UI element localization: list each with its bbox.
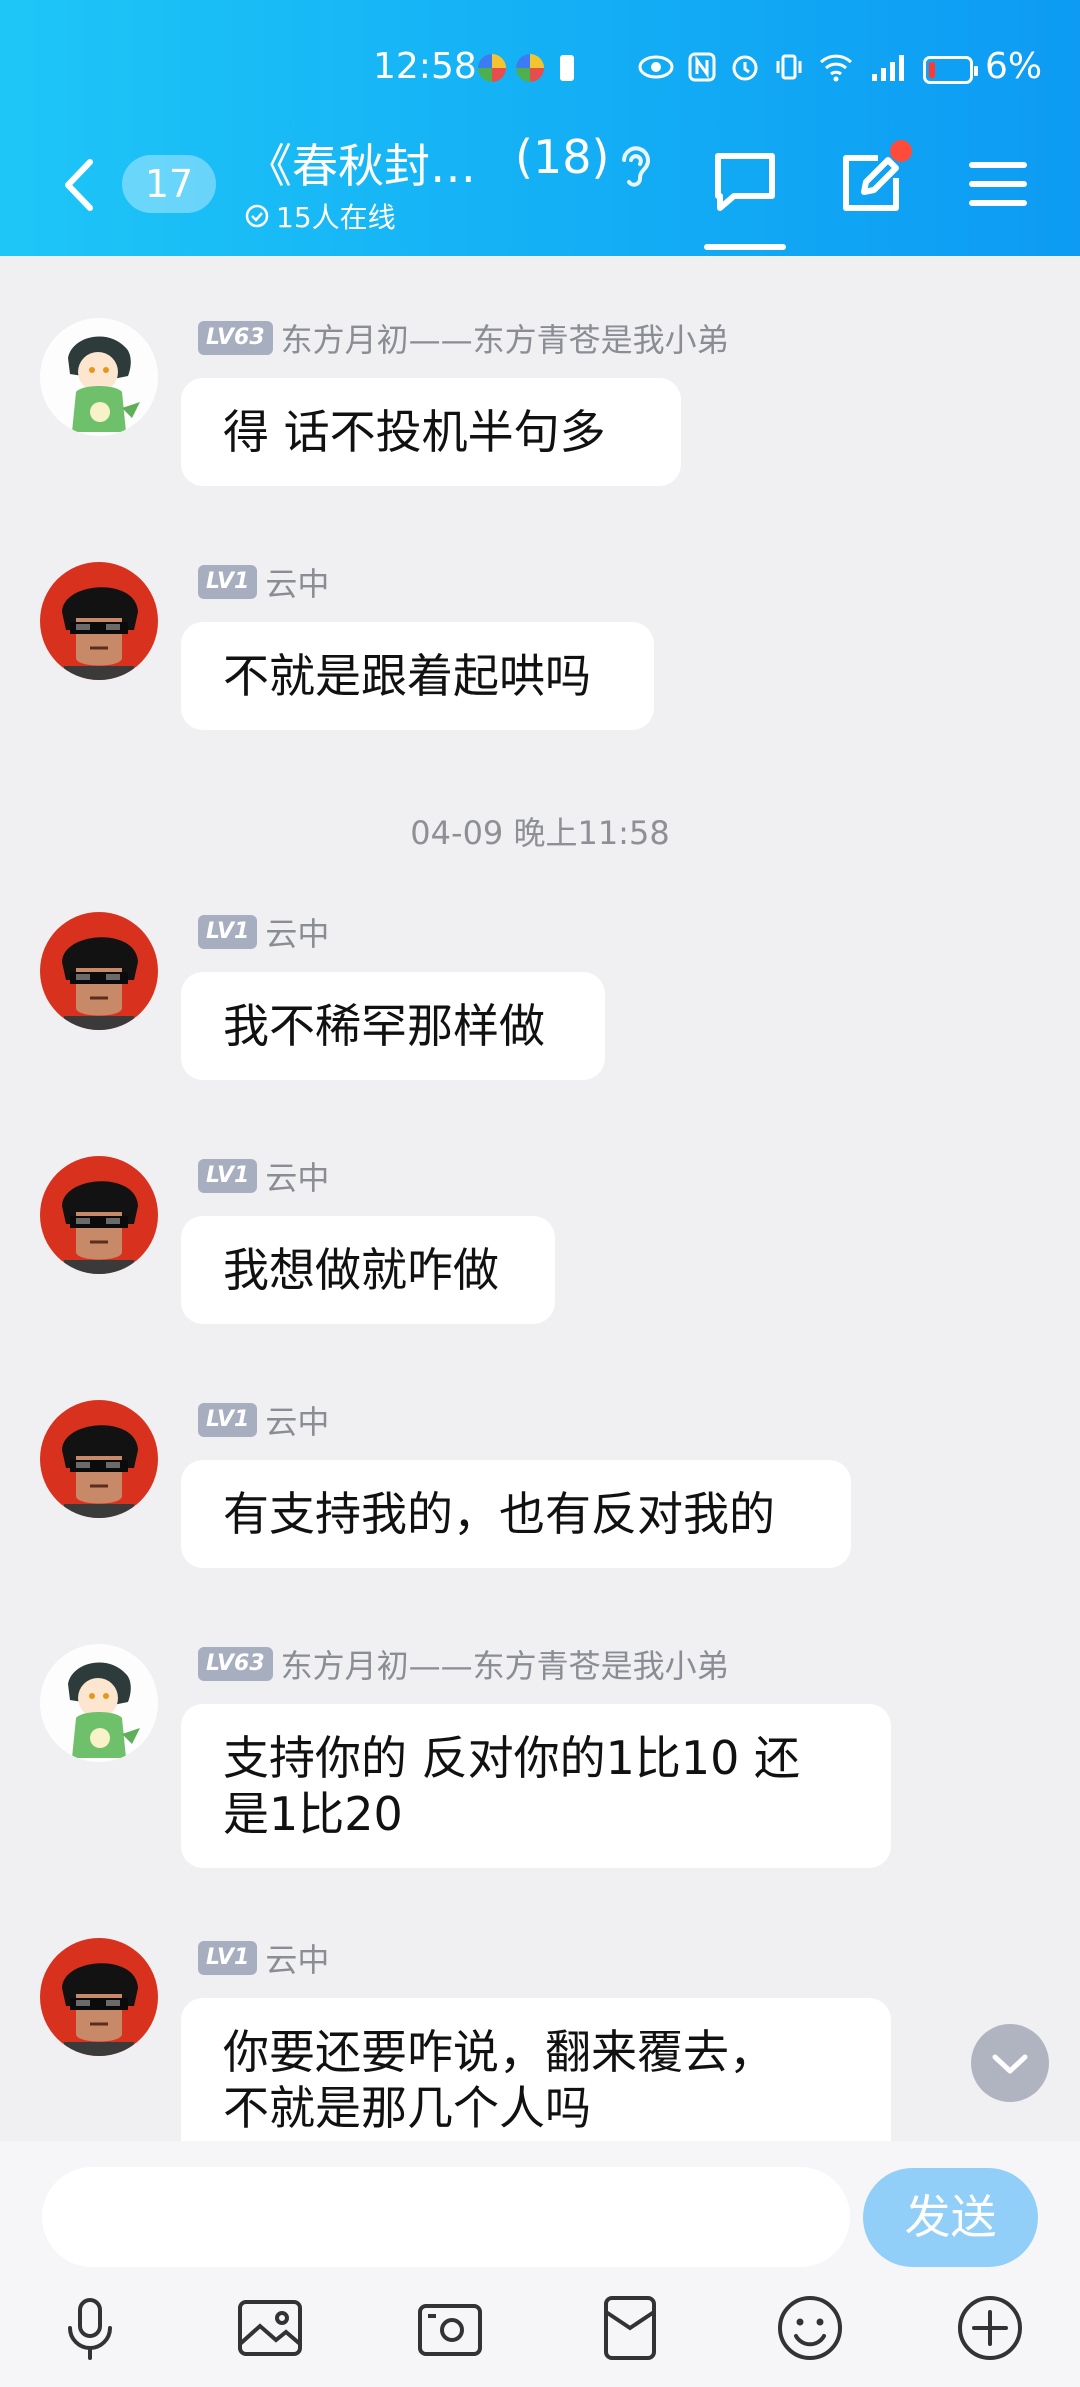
sender-name[interactable]: 云中 (265, 1397, 329, 1443)
avatar[interactable] (40, 912, 158, 1030)
sender-name[interactable]: 云中 (265, 1153, 329, 1199)
image-icon[interactable] (234, 2292, 306, 2364)
unread-count-badge[interactable]: 17 (122, 155, 216, 213)
ear-icon[interactable] (616, 140, 656, 190)
avatar[interactable] (40, 1644, 158, 1762)
level-badge: LV1 (198, 1159, 258, 1193)
level-badge: LV1 (198, 565, 258, 599)
message-bubble[interactable]: 我想做就咋做 (181, 1216, 555, 1324)
sender-meta: LV1 云中 (198, 559, 329, 605)
avatar[interactable] (40, 1938, 158, 2056)
message-line: 不就是那几个人吗 (223, 2081, 591, 2135)
sender-meta: LV63 东方月初——东方青苍是我小弟 (198, 315, 729, 361)
sender-name[interactable]: 东方月初——东方青苍是我小弟 (281, 1641, 729, 1687)
battery-saver-icon (560, 55, 574, 81)
message-bubble[interactable]: 不就是跟着起哄吗 (181, 622, 654, 730)
status-time: 12:58 (373, 46, 477, 87)
sender-name[interactable]: 东方月初——东方青苍是我小弟 (281, 315, 729, 361)
composer-bar: 发送 (0, 2141, 1080, 2387)
level-badge: LV63 (198, 1647, 273, 1681)
message-bubble[interactable]: 得 话不投机半句多 (181, 378, 681, 486)
battery-icon (923, 56, 978, 84)
time-separator: 04-09 晚上11:58 (410, 814, 670, 852)
notification-dot (890, 140, 912, 162)
emoji-icon[interactable] (774, 2292, 846, 2364)
sender-meta: LV1 云中 (198, 1153, 329, 1199)
message-line: 支持你的 反对你的1比10 还 (223, 1731, 801, 1785)
message-bubble[interactable]: 你要还要咋说，翻来覆去， 不就是那几个人吗 (181, 1998, 891, 2162)
app-notification-icon (516, 54, 544, 82)
level-badge: LV63 (198, 321, 273, 355)
level-badge: LV1 (198, 1941, 258, 1975)
check-circle-icon (245, 204, 269, 228)
online-count-text: 15人在线 (276, 201, 396, 234)
message-line: 你要还要咋说，翻来覆去， (223, 2025, 775, 2079)
message-bubble[interactable]: 支持你的 反对你的1比10 还 是1比20 (181, 1704, 891, 1868)
system-status-icons (638, 52, 912, 82)
scroll-to-bottom-button[interactable] (971, 2024, 1049, 2102)
sender-name[interactable]: 云中 (265, 559, 329, 605)
wifi-icon (819, 54, 853, 82)
menu-icon[interactable] (968, 160, 1028, 208)
battery-percent: 6% (985, 46, 1043, 87)
sender-meta: LV63 东方月初——东方青苍是我小弟 (198, 1641, 729, 1687)
signal-icon (872, 55, 904, 81)
chevron-down-icon (992, 2054, 1028, 2074)
chat-bubble-icon[interactable] (712, 150, 778, 214)
active-tab-indicator (704, 244, 786, 250)
sender-meta: LV1 云中 (198, 1935, 329, 1981)
sender-name[interactable]: 云中 (265, 1935, 329, 1981)
sender-meta: LV1 云中 (198, 909, 329, 955)
avatar[interactable] (40, 562, 158, 680)
avatar[interactable] (40, 318, 158, 436)
alarm-icon (732, 55, 758, 81)
nfc-icon (688, 52, 716, 82)
level-badge: LV1 (198, 915, 258, 949)
microphone-icon[interactable] (54, 2292, 126, 2364)
level-badge: LV1 (198, 1403, 258, 1437)
camera-icon[interactable] (414, 2292, 486, 2364)
message-bubble[interactable]: 有支持我的，也有反对我的 (181, 1460, 851, 1568)
avatar[interactable] (40, 1156, 158, 1274)
message-bubble[interactable]: 我不稀罕那样做 (181, 972, 605, 1080)
notification-icons (478, 54, 574, 82)
message-line: 是1比20 (223, 1787, 403, 1841)
eye-icon (638, 55, 674, 79)
back-icon[interactable] (56, 150, 104, 220)
online-status: 15人在线 (244, 196, 396, 236)
avatar[interactable] (40, 1400, 158, 1518)
sender-meta: LV1 云中 (198, 1397, 329, 1443)
status-bar: 12:58 6% (0, 40, 1080, 106)
plus-icon[interactable] (954, 2292, 1026, 2364)
vibrate-icon (776, 54, 802, 80)
red-packet-icon[interactable] (594, 2292, 666, 2364)
group-name[interactable]: 《春秋封… (246, 130, 476, 196)
app-notification-icon (478, 54, 506, 82)
message-input[interactable] (42, 2167, 850, 2267)
send-button[interactable]: 发送 (863, 2168, 1038, 2267)
group-member-count[interactable]: (18) (515, 130, 609, 184)
chat-header: 12:58 6% 17 《春秋封… (18) 15人在线 (0, 0, 1080, 256)
sender-name[interactable]: 云中 (265, 909, 329, 955)
